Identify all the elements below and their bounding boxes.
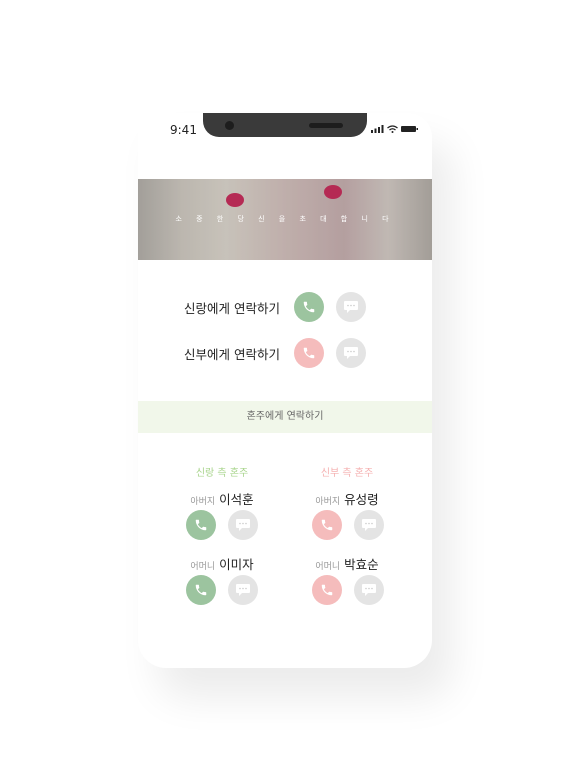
notch	[203, 113, 367, 137]
message-icon	[344, 301, 358, 313]
groom-contact-label: 신랑에게 연락하기	[184, 300, 280, 316]
bride-father-sms-button[interactable]	[354, 510, 384, 540]
bride-contact-row: 신부에게 연락하기	[138, 338, 432, 368]
groom-call-button[interactable]	[294, 292, 324, 322]
phone-icon	[321, 519, 333, 531]
signal-icon	[371, 125, 384, 133]
groom-mother-call-button[interactable]	[186, 575, 216, 605]
phone-icon	[195, 519, 207, 531]
bride-father: 아버지 유성령	[315, 492, 379, 507]
message-icon	[236, 584, 250, 596]
bride-mother-call-button[interactable]	[312, 575, 342, 605]
banner-text: 소 중 한 당 신 을 초 대 합 니 다	[175, 215, 395, 223]
phone-icon	[303, 347, 315, 359]
bride-contact-label: 신부에게 연락하기	[184, 346, 280, 362]
bride-mother: 어머니 박효순	[315, 557, 379, 572]
bride-sms-button[interactable]	[336, 338, 366, 368]
groom-mother: 어머니 이미자	[190, 557, 254, 572]
message-icon	[362, 584, 376, 596]
groom-father-sms-button[interactable]	[228, 510, 258, 540]
groom-mother-sms-button[interactable]	[228, 575, 258, 605]
bride-parents-heading: 신부 측 혼주	[320, 468, 374, 479]
parents-section-title: 혼주에게 연락하기	[138, 401, 432, 433]
groom-father: 아버지 이석훈	[190, 492, 254, 507]
phone-frame: 9:41 소 중 한 당 신 을 초 대 합 니 다 신랑에게 연락하기 신부에…	[138, 113, 432, 668]
phone-icon	[303, 301, 315, 313]
groom-parents-heading: 신랑 측 혼주	[195, 468, 249, 479]
bride-father-call-button[interactable]	[312, 510, 342, 540]
bride-call-button[interactable]	[294, 338, 324, 368]
groom-father-call-button[interactable]	[186, 510, 216, 540]
wedding-banner: 소 중 한 당 신 을 초 대 합 니 다	[138, 179, 432, 260]
status-icons	[371, 125, 418, 133]
groom-sms-button[interactable]	[336, 292, 366, 322]
message-icon	[344, 347, 358, 359]
groom-contact-row: 신랑에게 연락하기	[138, 292, 432, 322]
battery-icon	[401, 126, 418, 132]
phone-icon	[195, 584, 207, 596]
status-time: 9:41	[170, 123, 197, 137]
message-icon	[236, 519, 250, 531]
bride-mother-sms-button[interactable]	[354, 575, 384, 605]
wifi-icon	[387, 125, 398, 133]
phone-icon	[321, 584, 333, 596]
message-icon	[362, 519, 376, 531]
